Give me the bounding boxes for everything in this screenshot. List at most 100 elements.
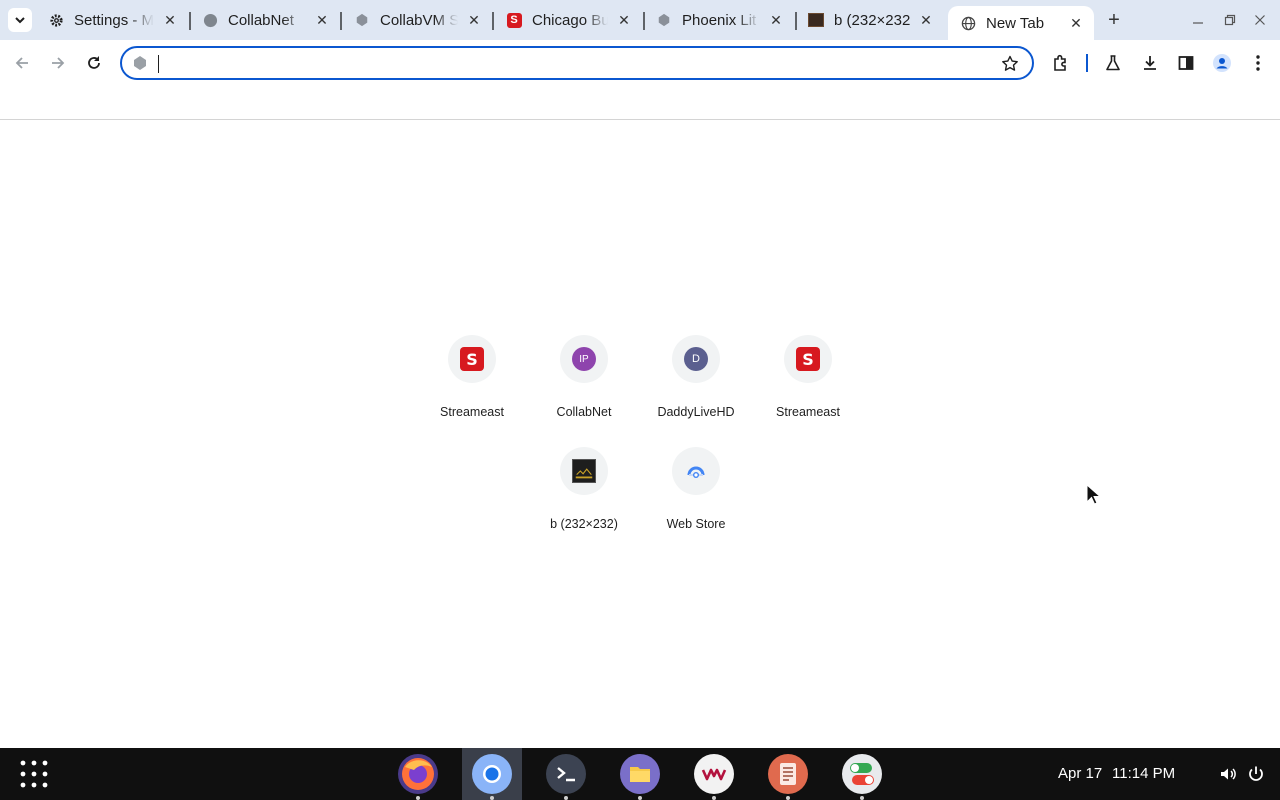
mouse-cursor-icon [1086,484,1100,505]
new-tab-page: S Streameast IP CollabNet D DaddyLiveHD … [0,121,1280,748]
new-tab-button[interactable]: + [1102,8,1126,32]
restore-button[interactable] [1220,10,1240,30]
downloads-button[interactable] [1139,52,1161,74]
toolbar-divider [1086,54,1088,72]
bookmark-star-icon[interactable] [1000,54,1020,74]
close-icon[interactable]: ✕ [918,12,934,28]
reload-icon [88,56,100,69]
shortcut-tile[interactable]: b (232×232) [528,447,640,559]
shortcut-tile[interactable]: S Streameast [416,335,528,447]
flask-icon [1106,55,1120,71]
back-button[interactable] [9,50,35,76]
web-store-icon [687,466,705,478]
collabvm-icon [656,12,672,28]
dock-chrome[interactable] [462,748,522,800]
tab-settings[interactable]: Settings - Mi ✕ [36,0,188,40]
tab-new-tab[interactable]: New Tab ✕ [948,6,1094,40]
restore-icon [1224,14,1236,26]
bookmark-bar [0,86,1280,120]
tab-collabvm[interactable]: CollabVM S ✕ [342,0,492,40]
dock-files[interactable] [610,748,670,800]
plus-icon: + [1108,8,1120,31]
tab-chicago[interactable]: S Chicago Bu ✕ [494,0,642,40]
close-icon[interactable]: ✕ [1068,15,1084,31]
chevron-down-icon [15,17,25,24]
shortcut-tile[interactable]: IP CollabNet [528,335,640,447]
shortcut-label: DaddyLiveHD [657,405,735,419]
ip-letter-icon: IP [572,347,596,371]
terminal-icon [546,754,586,794]
time-label[interactable]: 11:14 PM [1112,765,1175,782]
globe-icon [960,15,976,31]
dock-vm[interactable] [684,748,744,800]
taskbar: Apr 17 11:14 PM [0,748,1280,800]
minimize-button[interactable] [1188,10,1208,30]
menu-button[interactable] [1247,52,1269,74]
puzzle-icon [1054,54,1066,71]
shortcut-tile[interactable]: Web Store [640,447,752,559]
arrow-right-icon [52,57,65,69]
tab-image[interactable]: b (232×232) ✕ [796,0,944,40]
power-icon[interactable] [1246,764,1266,784]
running-indicator [712,796,716,800]
tab-strip: Settings - Mi ✕ CollabNet ✕ CollabVM S ✕… [0,0,1280,40]
close-icon[interactable]: ✕ [616,12,632,28]
extensions-button[interactable] [1050,52,1072,74]
text-caret [158,55,159,73]
d-letter-icon: D [684,347,708,371]
dock-text-editor[interactable] [758,748,818,800]
streameast-s-icon: S [796,347,820,371]
address-input[interactable] [156,53,986,73]
arrow-left-icon [15,57,28,69]
kebab-menu-icon [1256,55,1260,71]
date-label[interactable]: Apr 17 [1058,765,1102,782]
tab-title: CollabVM S [380,11,458,29]
shortcut-icon-circle: S [784,335,832,383]
browser-toolbar [0,40,1280,86]
shortcut-label: b (232×232) [550,517,618,531]
chrome-icon [472,754,512,794]
shortcut-tile[interactable]: S Streameast [752,335,864,447]
download-icon [1144,56,1156,70]
minimize-icon [1193,22,1203,24]
streameast-s-icon: S [460,347,484,371]
shortcut-icon-circle: S [448,335,496,383]
dock-firefox[interactable] [388,748,448,800]
close-window-button[interactable] [1250,10,1270,30]
avatar-icon [1213,54,1231,72]
shortcut-label: CollabNet [556,405,612,419]
labs-button[interactable] [1102,52,1124,74]
close-icon[interactable]: ✕ [768,12,784,28]
close-icon[interactable]: ✕ [314,12,330,28]
tab-title: Chicago Bu [532,11,608,29]
shortcut-icon-circle [672,447,720,495]
app-launcher-icon[interactable] [18,758,50,790]
tab-search-button[interactable] [8,8,32,32]
tab-collabnet[interactable]: CollabNet ✕ [190,0,340,40]
profile-button[interactable] [1211,52,1233,74]
close-icon[interactable]: ✕ [162,12,178,28]
running-indicator [860,796,864,800]
shortcut-icon-circle [560,447,608,495]
image-thumb-icon [572,459,596,483]
reload-button[interactable] [81,50,107,76]
tab-title: b (232×232) [834,11,910,29]
dock-terminal[interactable] [536,748,596,800]
toggle-settings-icon [842,754,882,794]
collabvm-icon [354,12,370,28]
text-editor-icon [768,754,808,794]
tab-title: New Tab [986,14,1045,32]
running-indicator [786,796,790,800]
dock-toggle-settings[interactable] [832,748,892,800]
tab-title: Settings - Mi [74,11,154,29]
tab-phoenix[interactable]: Phoenix Lit ✕ [644,0,794,40]
volume-icon[interactable] [1218,764,1238,784]
tab-title: CollabNet [228,11,294,29]
address-bar[interactable] [120,46,1034,80]
side-panel-button[interactable] [1175,52,1197,74]
close-icon[interactable]: ✕ [466,12,482,28]
forward-button[interactable] [45,50,71,76]
running-indicator [564,796,568,800]
firefox-icon [398,754,438,794]
shortcut-tile[interactable]: D DaddyLiveHD [640,335,752,447]
